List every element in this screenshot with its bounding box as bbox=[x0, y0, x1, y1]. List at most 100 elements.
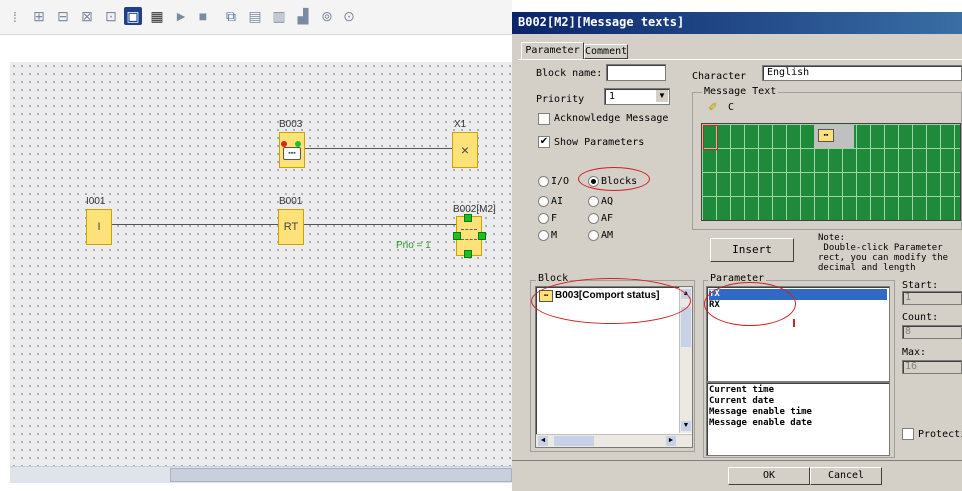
ok-button[interactable]: OK bbox=[728, 467, 810, 485]
annotation-circle-blocks bbox=[578, 167, 650, 191]
scroll-down-icon[interactable]: ▼ bbox=[681, 421, 691, 431]
chevron-down-icon[interactable]: ▼ bbox=[656, 90, 668, 102]
scroll-left-icon[interactable]: ◄ bbox=[538, 436, 548, 446]
radio-aq-label: AQ bbox=[601, 196, 614, 207]
block-name-input[interactable] bbox=[606, 64, 666, 81]
tab-parameter[interactable]: Parameter bbox=[521, 42, 584, 59]
grid-cursor-cell bbox=[703, 125, 718, 150]
max-input[interactable]: 16 bbox=[902, 360, 962, 374]
horizontal-scroll-thumb[interactable] bbox=[170, 468, 512, 482]
start-label: Start: bbox=[902, 280, 939, 291]
radio-m-label: M bbox=[551, 230, 558, 241]
b002-bottom-pin[interactable] bbox=[464, 250, 472, 258]
i001-symbol: I bbox=[97, 221, 101, 233]
tab-comment[interactable]: Comment bbox=[584, 44, 628, 59]
scroll-right-icon[interactable]: ► bbox=[666, 436, 676, 446]
count-input[interactable]: 8 bbox=[902, 325, 962, 339]
toolbar-icon-15[interactable]: ⊙ bbox=[340, 7, 358, 25]
radio-f[interactable] bbox=[538, 213, 549, 224]
protection-label: Protecti bbox=[918, 429, 962, 440]
block-x1[interactable]: × bbox=[452, 132, 478, 168]
block-b003[interactable]: ▪▪▪ bbox=[279, 132, 305, 168]
toolbar-icon-1[interactable]: ⁞ bbox=[6, 8, 24, 26]
radio-af[interactable] bbox=[588, 213, 599, 224]
play-icon[interactable]: ► bbox=[172, 7, 190, 25]
block-b002-label: B002[M2] bbox=[453, 204, 496, 215]
show-parameters-checkbox[interactable]: ✔ bbox=[538, 136, 550, 148]
status-dot-green bbox=[295, 141, 301, 147]
b002-input-pin[interactable] bbox=[453, 232, 461, 240]
message-text-grid[interactable]: ▪▪ bbox=[701, 123, 961, 221]
count-value: 8 bbox=[905, 326, 912, 337]
show-parameters-label: Show Parameters bbox=[554, 137, 645, 148]
toolbar-icon-11[interactable]: ▤ bbox=[246, 7, 264, 25]
toolbar-icon-13[interactable]: ▟ bbox=[294, 7, 312, 25]
priority-label: Priority bbox=[536, 94, 585, 105]
toolbar: ⁞ ⊞ ⊟ ⊠ ⊡ ▣ ▦ ► ■ ⧉ ▤ ▥ ▟ ⊚ ⊙ bbox=[0, 0, 512, 35]
toolbar-icon-6[interactable]: ▣ bbox=[124, 7, 142, 25]
count-label: Count: bbox=[902, 312, 939, 323]
block-i001[interactable]: I bbox=[86, 209, 112, 245]
program-editor: ⁞ ⊞ ⊟ ⊠ ⊡ ▣ ▦ ► ■ ⧉ ▤ ▥ ▟ ⊚ ⊙ B003 ▪▪▪ X… bbox=[0, 0, 512, 491]
block-list-vthumb[interactable] bbox=[681, 307, 691, 347]
character-select[interactable]: English bbox=[762, 65, 962, 81]
max-label: Max: bbox=[902, 347, 927, 358]
block-b001[interactable]: RT bbox=[278, 209, 304, 245]
circuit-canvas[interactable] bbox=[10, 62, 512, 466]
block-list-hthumb[interactable] bbox=[554, 436, 594, 446]
radio-f-label: F bbox=[551, 213, 558, 224]
time-item-current-time[interactable]: Current time bbox=[709, 385, 887, 396]
annotation-circle-block bbox=[531, 278, 691, 324]
footer-divider bbox=[512, 460, 962, 461]
radio-ai[interactable] bbox=[538, 196, 549, 207]
wire-b003-x1 bbox=[302, 148, 452, 149]
dialog-titlebar[interactable]: B002[M2][Message texts] bbox=[512, 12, 962, 34]
start-input[interactable]: 1 bbox=[902, 291, 962, 305]
toolbar-icon-5[interactable]: ⊡ bbox=[102, 7, 120, 25]
dialog-title: B002[M2][Message texts] bbox=[518, 15, 685, 29]
character-label: Character bbox=[692, 71, 747, 82]
radio-aq[interactable] bbox=[588, 196, 599, 207]
block-param-cell[interactable]: ▪▪ bbox=[814, 125, 854, 148]
time-item-enable-time[interactable]: Message enable time bbox=[709, 407, 887, 418]
radio-m[interactable] bbox=[538, 230, 549, 241]
note-text: Note: Double-click Parameter rect, you c… bbox=[818, 233, 949, 273]
b002-top-pin[interactable] bbox=[464, 214, 472, 222]
toolbar-icon-3[interactable]: ⊟ bbox=[54, 7, 72, 25]
radio-af-label: AF bbox=[601, 213, 614, 224]
radio-io[interactable] bbox=[538, 176, 549, 187]
cancel-button[interactable]: Cancel bbox=[810, 467, 882, 485]
acknowledge-checkbox[interactable] bbox=[538, 113, 550, 125]
wire-i001-b001 bbox=[110, 224, 278, 225]
eraser-icon[interactable]: ✐ bbox=[708, 100, 718, 114]
stop-icon[interactable]: ■ bbox=[194, 7, 212, 25]
toolbar-icon-4[interactable]: ⊠ bbox=[78, 7, 96, 25]
block-x1-label: X1 bbox=[454, 119, 467, 130]
comport-icon: ▪▪ bbox=[818, 129, 834, 142]
block-list-hscroll[interactable]: ◄ ► bbox=[536, 434, 692, 447]
toolbar-icon-14[interactable]: ⊚ bbox=[318, 7, 336, 25]
block-i001-label: I001 bbox=[86, 196, 106, 207]
radio-am[interactable] bbox=[588, 230, 599, 241]
insert-button[interactable]: Insert bbox=[710, 238, 794, 262]
time-parameter-list[interactable]: Current time Current date Message enable… bbox=[706, 382, 890, 456]
block-b001-label: B001 bbox=[279, 196, 303, 207]
text-cursor-marker bbox=[793, 319, 795, 327]
block-name-label: Block name: bbox=[536, 68, 603, 79]
block-b003-label: B003 bbox=[279, 119, 303, 130]
protection-checkbox[interactable] bbox=[902, 428, 914, 440]
radio-am-label: AM bbox=[601, 230, 614, 241]
b002-dash-1 bbox=[461, 229, 477, 230]
time-item-current-date[interactable]: Current date bbox=[709, 396, 887, 407]
priority-select[interactable]: 1 ▼ bbox=[604, 88, 670, 105]
cursor-char-label: C bbox=[728, 102, 735, 113]
toolbar-icon-2[interactable]: ⊞ bbox=[30, 7, 48, 25]
time-item-enable-date[interactable]: Message enable date bbox=[709, 418, 887, 429]
x1-symbol: × bbox=[460, 142, 470, 158]
toolbar-icon-12[interactable]: ▥ bbox=[270, 7, 288, 25]
b002-output-pin[interactable] bbox=[478, 232, 486, 240]
tab-divider bbox=[518, 59, 962, 60]
toolbar-icon-10[interactable]: ⧉ bbox=[222, 7, 240, 25]
toolbar-icon-7[interactable]: ▦ bbox=[148, 7, 166, 25]
radio-ai-label: AI bbox=[551, 196, 564, 207]
